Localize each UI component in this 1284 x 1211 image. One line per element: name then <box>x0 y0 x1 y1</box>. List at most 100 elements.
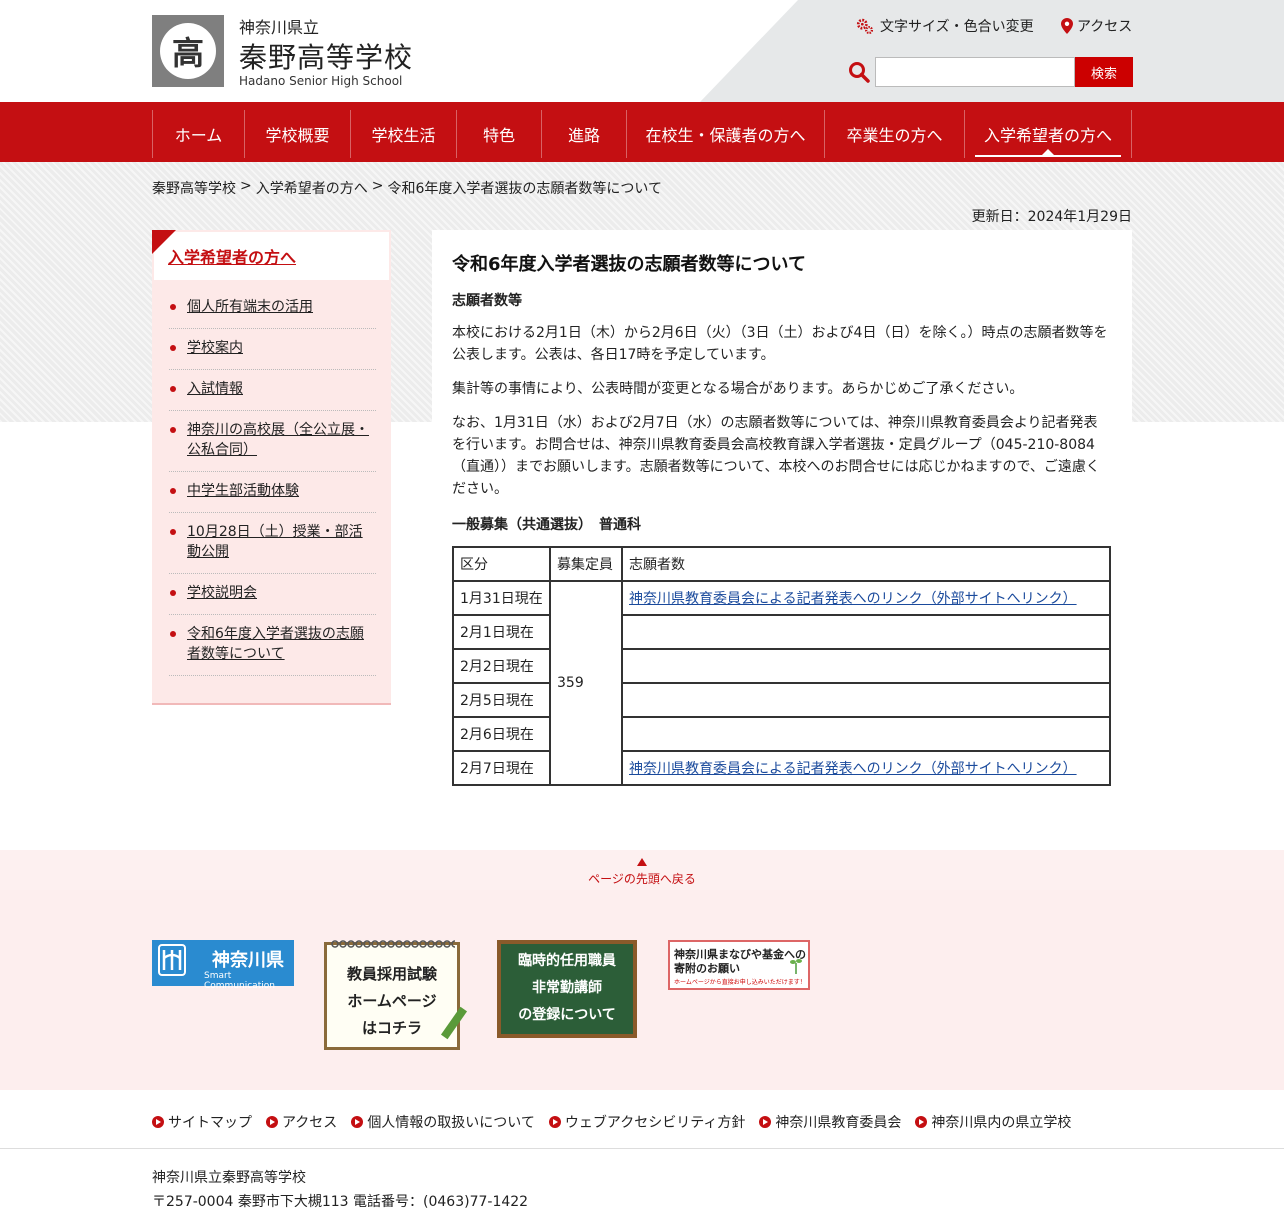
breadcrumb-home[interactable]: 秦野高等学校 <box>152 178 236 198</box>
site-header: 高 神奈川県立 秦野高等学校 Hadano Senior High School… <box>0 0 1284 102</box>
map-pin-icon <box>1061 18 1073 34</box>
nav-item-school-life[interactable]: 学校生活 <box>350 110 456 158</box>
school-name[interactable]: 秦野高等学校 <box>239 36 413 76</box>
side-nav-heading-label: 入学希望者の方へ <box>168 248 297 267</box>
side-nav-item-label: 令和6年度入学者選抜の志願者数等について <box>187 626 364 662</box>
side-nav-corner-decoration <box>152 230 176 254</box>
side-nav-item[interactable]: 10月28日（土）授業・部活動公開 <box>169 513 376 574</box>
page-title: 令和6年度入学者選抜の志願者数等について <box>452 254 806 275</box>
manabiya-fund-banner[interactable]: 神奈川県まなびや基金への 寄附のお願い ホームページから直接お申し込みいただけま… <box>668 940 810 990</box>
font-size-color-link[interactable]: 文字サイズ・色合い変更 <box>856 16 1034 36</box>
search-button[interactable]: 検索 <box>1075 57 1133 87</box>
footer-link-access[interactable]: アクセス <box>266 1112 337 1132</box>
section-heading: 志願者数等 <box>452 293 522 309</box>
kanagawa-emblem-icon <box>162 950 182 970</box>
fund-banner-title: 神奈川県まなびや基金への 寄附のお願い <box>674 948 806 976</box>
school-name-english: Hadano Senior High School <box>239 74 403 88</box>
footer-link-privacy[interactable]: 個人情報の取扱いについて <box>351 1112 535 1132</box>
side-nav-item[interactable]: 中学生部活動体験 <box>169 472 376 513</box>
footer-link-prefectural-schools[interactable]: 神奈川県内の県立学校 <box>915 1112 1071 1132</box>
font-size-color-label: 文字サイズ・色合い変更 <box>880 19 1034 35</box>
banner-line: の登録について <box>518 1007 616 1023</box>
nav-item-prospective-students[interactable]: 入学希望者の方へ <box>964 110 1132 158</box>
row-date: 2月6日現在 <box>452 716 551 752</box>
side-nav-item-label: 神奈川の高校展（全公立展・公私合同） <box>187 422 369 458</box>
side-nav-item[interactable]: 学校案内 <box>169 329 376 370</box>
side-nav-item-label: 入試情報 <box>187 381 243 397</box>
access-label: アクセス <box>1077 19 1133 35</box>
side-nav-item-label: 個人所有端末の活用 <box>187 299 313 315</box>
teacher-exam-banner-text: 教員採用試験 ホームページ はコチラ <box>327 961 457 1042</box>
school-logo[interactable]: 高 <box>152 15 224 87</box>
temporary-staff-banner-text: 臨時的任用職員 非常勤講師 の登録について <box>501 948 633 1029</box>
nav-item-career[interactable]: 進路 <box>541 110 626 158</box>
footer-link-board-of-education[interactable]: 神奈川県教育委員会 <box>759 1112 901 1132</box>
side-nav-item[interactable]: 神奈川の高校展（全公立展・公私合同） <box>169 411 376 472</box>
temporary-staff-banner[interactable]: 臨時的任用職員 非常勤講師 の登録について <box>497 940 637 1038</box>
body-paragraph: 本校における2月1日（木）から2月6日（火）（3日（土）および4日（日）を除く。… <box>452 325 1108 363</box>
search-input[interactable] <box>875 57 1075 87</box>
prefecture-label: 神奈川県立 <box>239 18 320 37</box>
row-date: 2月2日現在 <box>452 648 551 684</box>
footer-link-accessibility[interactable]: ウェブアクセシビリティ方針 <box>548 1112 746 1132</box>
side-nav-heading[interactable]: 入学希望者の方へ <box>154 232 389 280</box>
breadcrumb-separator: > <box>371 178 384 194</box>
banner-line: はコチラ <box>361 1019 422 1037</box>
nav-item-features[interactable]: 特色 <box>456 110 541 158</box>
nav-item-home[interactable]: ホーム <box>152 110 244 158</box>
table-row: 1月31日現在 359 神奈川県教育委員会による記者発表へのリンク（外部サイトへ… <box>452 580 1111 786</box>
table-header-row: 区分 募集定員 志願者数 <box>452 546 1111 582</box>
footer-link-sitemap[interactable]: サイトマップ <box>152 1112 252 1132</box>
banner-line: ホームページ <box>347 992 437 1010</box>
page-top-label: ページの先頭へ戻る <box>588 872 696 886</box>
row-date: 2月5日現在 <box>452 682 551 718</box>
column-header-applicants: 志願者数 <box>621 546 1111 582</box>
footer-link-label: 神奈川県教育委員会 <box>775 1115 902 1131</box>
press-release-link[interactable]: 神奈川県教育委員会による記者発表へのリンク（外部サイトへリンク） <box>629 761 1077 777</box>
global-navigation: ホーム 学校概要 学校生活 特色 進路 在校生・保護者の方へ 卒業生の方へ 入学… <box>0 102 1284 162</box>
footer-address: 〒257-0004 秦野市下大槻113 電話番号：(0463)77-1422 <box>152 1194 529 1210</box>
row-value: 神奈川県教育委員会による記者発表へのリンク（外部サイトへリンク） <box>621 750 1111 786</box>
footer-school-name: 神奈川県立秦野高等学校 <box>152 1170 306 1186</box>
side-nav-item[interactable]: 令和6年度入学者選抜の志願者数等について <box>169 615 376 676</box>
main-content: 令和6年度入学者選抜の志願者数等について 志願者数等 本校における2月1日（木）… <box>432 230 1132 810</box>
row-value <box>621 648 1111 684</box>
side-nav-item[interactable]: 個人所有端末の活用 <box>169 288 376 329</box>
footer-link-label: アクセス <box>282 1115 338 1131</box>
press-release-link[interactable]: 神奈川県教育委員会による記者発表へのリンク（外部サイトへリンク） <box>629 591 1077 607</box>
nav-item-graduates[interactable]: 卒業生の方へ <box>824 110 964 158</box>
column-header-capacity: 募集定員 <box>549 546 623 582</box>
row-date: 1月31日現在 <box>452 580 551 616</box>
page-top-link[interactable]: ページの先頭へ戻る <box>0 858 1284 887</box>
nav-item-students-parents[interactable]: 在校生・保護者の方へ <box>626 110 824 158</box>
row-value <box>621 682 1111 718</box>
fund-banner-note: ホームページから直接お申し込みいただけます！ <box>674 979 806 986</box>
row-value <box>621 614 1111 650</box>
breadcrumb-section[interactable]: 入学希望者の方へ <box>256 178 368 198</box>
kanagawa-prefecture-banner[interactable]: 神奈川県 Smart Communication <box>152 940 294 991</box>
breadcrumb-current: 令和6年度入学者選抜の志願者数等について <box>387 181 662 197</box>
side-nav-item[interactable]: 入試情報 <box>169 370 376 411</box>
teacher-exam-banner[interactable]: 教員採用試験 ホームページ はコチラ <box>324 939 468 1050</box>
footer-links: サイトマップ アクセス 個人情報の取扱いについて ウェブアクセシビリティ方針 神… <box>152 1112 1071 1132</box>
breadcrumb-separator: > <box>240 178 252 194</box>
arrow-right-icon <box>548 1116 561 1128</box>
banner-line: 寄附のお願い <box>674 962 740 975</box>
arrow-up-icon <box>637 858 647 866</box>
search-icon <box>849 62 870 83</box>
side-nav-item[interactable]: 学校説明会 <box>169 574 376 615</box>
row-value: 神奈川県教育委員会による記者発表へのリンク（外部サイトへリンク） <box>621 580 1111 616</box>
nav-item-school-overview[interactable]: 学校概要 <box>244 110 350 158</box>
applicants-table: 区分 募集定員 志願者数 1月31日現在 359 神奈川県教育委員会による記者発… <box>452 546 1111 786</box>
footer-link-label: 個人情報の取扱いについて <box>367 1115 535 1131</box>
banner-line: 非常勤講師 <box>532 980 602 996</box>
side-nav-list: 個人所有端末の活用 学校案内 入試情報 神奈川の高校展（全公立展・公私合同） 中… <box>169 288 376 676</box>
arrow-right-icon <box>915 1116 928 1128</box>
footer-link-label: ウェブアクセシビリティ方針 <box>564 1115 746 1131</box>
row-value <box>621 716 1111 752</box>
banner-area <box>0 890 1284 1090</box>
arrow-right-icon <box>152 1116 164 1128</box>
access-link[interactable]: アクセス <box>1061 16 1132 36</box>
notebook-rings-decoration <box>331 939 455 949</box>
sprout-icon <box>790 959 802 974</box>
